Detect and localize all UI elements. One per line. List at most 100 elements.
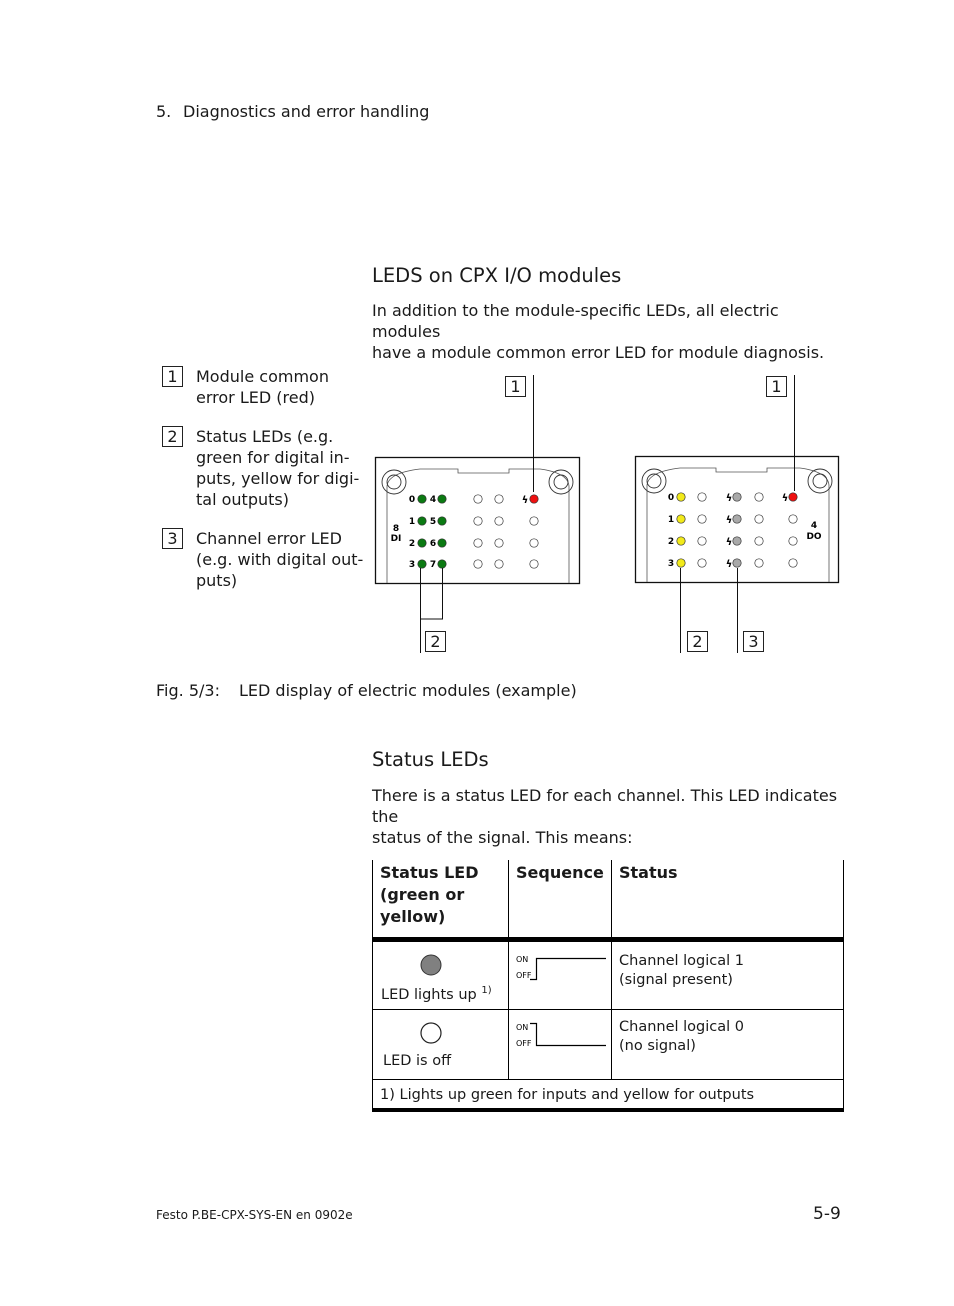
mounting-hole-left (641, 468, 667, 494)
led-off-icon (420, 1022, 442, 1044)
unused-led (754, 492, 764, 502)
channel-error-led (732, 514, 742, 524)
unused-led (494, 516, 504, 526)
sequence-cell: ON OFF (508, 939, 612, 1010)
mounting-hole-left-inner (386, 474, 402, 490)
channel-error-led (732, 492, 742, 502)
unused-led (788, 558, 798, 568)
status-cell: Channel logical 0 (no signal) (611, 1009, 844, 1080)
channel-label: 2 (409, 539, 415, 549)
status-text: Channel logical 0 (619, 1019, 744, 1035)
led-label: LED lights up 1) (381, 985, 492, 1003)
unused-led (473, 559, 483, 569)
led-label-text: LED lights up (381, 986, 477, 1003)
channel-label: 7 (430, 560, 436, 570)
status-led-output (676, 492, 686, 502)
header-line: Status LED (380, 863, 479, 882)
callout-1-di: 1 (505, 376, 526, 397)
status-led-input (417, 516, 427, 526)
led-label: LED is off (383, 1053, 452, 1069)
unused-led (473, 516, 483, 526)
unused-led (754, 536, 764, 546)
channel-label: 3 (668, 559, 674, 569)
module-8di: 0 4 ϟ 1 5 2 6 3 7 8 DI (374, 456, 581, 585)
table-footnote: 1) Lights up green for inputs and yellow… (372, 1079, 844, 1110)
led-cell: LED is off (372, 1009, 509, 1080)
header-sequence: Sequence (508, 860, 612, 940)
error-symbol-icon: ϟ (726, 493, 733, 504)
unused-led (754, 558, 764, 568)
status-led-input (437, 494, 447, 504)
module-4do: 0 ϟ ϟ1 ϟ2 ϟ3 ϟ 4 DO (634, 455, 840, 584)
footnote-marker: 1) (481, 985, 492, 996)
channel-label: 6 (430, 539, 436, 549)
status-led-input (437, 516, 447, 526)
status-led-input (437, 538, 447, 548)
unused-led (697, 514, 707, 524)
signal-off-label: OFF (516, 1039, 532, 1048)
table-footnote-row: 1) Lights up green for inputs and yellow… (372, 1079, 844, 1110)
signal-on-label: ON (516, 955, 528, 964)
status-led-output (676, 514, 686, 524)
unused-led (529, 516, 539, 526)
paragraph-line: There is a status LED for each channel. … (372, 786, 838, 826)
status-led-output (676, 558, 686, 568)
led-cell: LED lights up 1) (372, 939, 509, 1010)
unused-led (697, 492, 707, 502)
channel-label: 1 (668, 515, 674, 525)
sequence-on-waveform: ON OFF (516, 955, 606, 981)
status-text: (no signal) (619, 1038, 696, 1054)
module-type-label: DI (391, 534, 402, 544)
header-line: (green or (380, 885, 465, 904)
waveform-low (530, 1022, 606, 1047)
led-on-icon (420, 954, 442, 976)
channel-label: 1 (409, 517, 415, 527)
channel-label: 5 (430, 517, 436, 527)
callout-1-do: 1 (766, 376, 787, 397)
section-status-paragraph: There is a status LED for each channel. … (372, 785, 847, 848)
mounting-hole-right (548, 469, 574, 495)
status-text: Channel logical 1 (619, 953, 744, 969)
mounting-hole-left (381, 469, 407, 495)
signal-off-label: OFF (516, 971, 532, 980)
signal-on-label: ON (516, 1023, 528, 1032)
paragraph-line: status of the signal. This means: (372, 828, 633, 847)
unused-led (473, 538, 483, 548)
unused-led (494, 538, 504, 548)
header-line: yellow) (380, 907, 446, 926)
table-row: LED is off ON OFF Channel logical 0 (no … (372, 1009, 844, 1080)
figure-caption-text: LED display of electric modules (example… (239, 681, 577, 700)
callout-3-do: 3 (743, 631, 764, 652)
status-led-input (417, 494, 427, 504)
document-id: Festo P.BE-CPX-SYS-EN en 0902e (156, 1208, 353, 1222)
mounting-hole-left-inner (646, 473, 662, 489)
status-text: (signal present) (619, 972, 733, 988)
header-status: Status (611, 860, 844, 940)
error-symbol-icon: ϟ (726, 537, 733, 548)
sequence-cell: ON OFF (508, 1009, 612, 1080)
mounting-hole-right-inner (553, 474, 569, 490)
module-error-led (529, 494, 539, 504)
error-symbol-icon: ϟ (726, 559, 733, 570)
status-led-table: Status LED (green or yellow) Sequence St… (372, 860, 844, 1112)
status-led-input (437, 559, 447, 569)
header-status-led: Status LED (green or yellow) (372, 860, 509, 940)
module-error-led (788, 492, 798, 502)
sequence-off-waveform: ON OFF (516, 1022, 606, 1048)
channel-label: 2 (668, 537, 674, 547)
status-led-output (676, 536, 686, 546)
channel-label: 0 (409, 495, 415, 505)
table-header-row: Status LED (green or yellow) Sequence St… (372, 860, 844, 940)
status-led-input (417, 538, 427, 548)
error-symbol-icon: ϟ (726, 515, 733, 526)
table-row: LED lights up 1) ON OFF Channel logical … (372, 939, 844, 1010)
channel-error-led (732, 558, 742, 568)
figure-caption: Fig. 5/3: LED display of electric modules… (156, 681, 577, 700)
error-symbol-icon: ϟ (782, 493, 789, 504)
unused-led (494, 559, 504, 569)
module-type-label: 8 (393, 524, 399, 534)
unused-led (697, 558, 707, 568)
module-type-label: DO (806, 532, 821, 542)
unused-led (754, 514, 764, 524)
unused-led (494, 494, 504, 504)
